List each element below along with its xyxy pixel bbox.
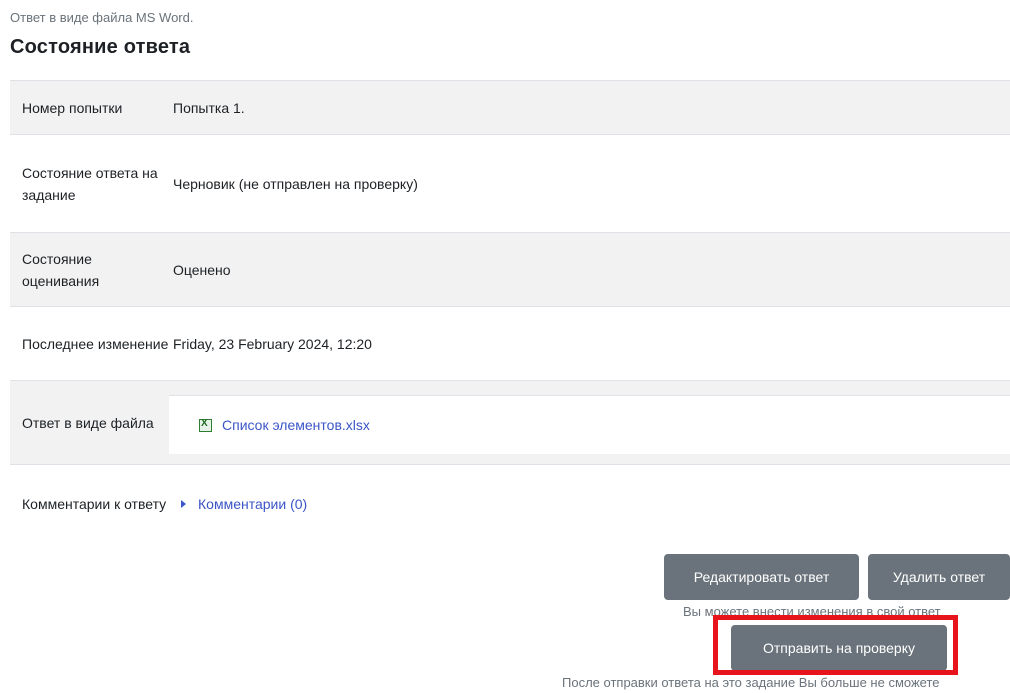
submission-status-table: Номер попытки Попытка 1. Состояние ответ… (10, 80, 1010, 543)
row-value: Комментарии (0) (169, 465, 1010, 543)
row-value: Оценено (169, 232, 1010, 307)
edit-submission-button[interactable]: Редактировать ответ (664, 554, 859, 600)
row-label: Последнее изменение (22, 335, 169, 352)
submit-hint: После отправки ответа на это задание Вы … (562, 675, 940, 690)
row-label: Номер попытки (10, 80, 169, 135)
edit-hint: Вы можете внести изменения в свой ответ (683, 604, 941, 619)
comments-toggle[interactable]: Комментарии (0) (172, 496, 1010, 512)
row-submission-status: Состояние ответа на задание Черновик (не… (10, 134, 1010, 233)
row-value: Friday, 23 February 2024, 12:20 (169, 307, 1010, 381)
file-link[interactable]: Список элементов.xlsx (222, 417, 370, 433)
delete-submission-button[interactable]: Удалить ответ (868, 554, 1010, 600)
file-tree: Список элементов.xlsx (169, 395, 1010, 454)
row-value: Список элементов.xlsx (169, 380, 1010, 465)
comments-link[interactable]: Комментарии (0) (198, 496, 307, 512)
last-modified-value: Friday, 23 February 2024, 12:20 (173, 335, 372, 352)
row-label: Ответ в виде файла (10, 380, 169, 465)
row-attempt: Номер попытки Попытка 1. (10, 80, 1010, 135)
caret-right-icon (181, 499, 186, 508)
submission-page: Ответ в виде файла MS Word. Состояние от… (0, 0, 1010, 693)
row-comments: Комментарии к ответу Комментарии (0) (10, 464, 1010, 543)
attempt-value: Попытка 1. (173, 99, 245, 116)
row-file-submission: Ответ в виде файла Список элементов.xlsx (10, 380, 1010, 465)
row-label: Состояние оценивания (10, 232, 169, 307)
submission-status-value: Черновик (не отправлен на проверку) (173, 175, 418, 192)
intro-text: Ответ в виде файла MS Word. (10, 10, 194, 25)
row-label: Состояние ответа на задание (22, 164, 158, 203)
row-grading-status: Состояние оценивания Оценено (10, 232, 1010, 307)
xlsx-file-icon (199, 418, 212, 432)
submit-for-grading-button[interactable]: Отправить на проверку (731, 625, 947, 671)
grading-status-value: Оценено (173, 261, 231, 278)
row-value: Черновик (не отправлен на проверку) (169, 135, 1010, 233)
row-value: Попытка 1. (169, 80, 1010, 135)
row-last-modified: Последнее изменение Friday, 23 February … (10, 306, 1010, 381)
section-title: Состояние ответа (10, 36, 191, 58)
row-label: Комментарии к ответу (22, 495, 167, 512)
